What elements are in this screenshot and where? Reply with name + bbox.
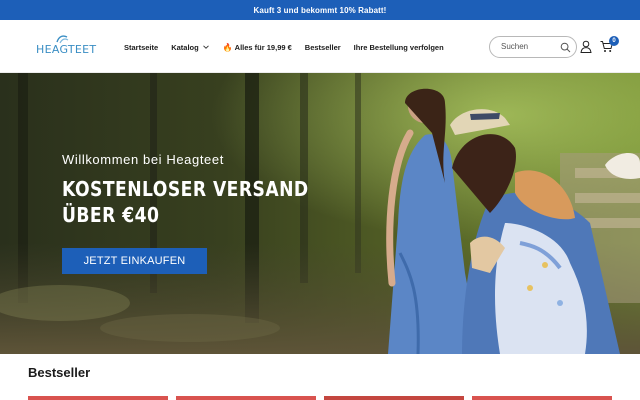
nav-item-bestseller[interactable]: Bestseller (305, 43, 341, 52)
main-nav: Startseite Katalog 🔥 Alles für 19,99 € B… (124, 40, 457, 54)
product-card-edge[interactable] (324, 396, 464, 400)
hero-title-line: KOSTENLOSER VERSAND (62, 177, 309, 201)
logo[interactable]: HEAGTEET (36, 34, 98, 60)
shop-now-button[interactable]: JETZT EINKAUFEN (62, 248, 207, 274)
chevron-down-icon (202, 45, 209, 49)
nav-item-label: Ihre Bestellung verfolgen (353, 42, 444, 52)
nav-item-startseite[interactable]: Startseite (124, 43, 158, 52)
product-card-edge[interactable] (472, 396, 612, 400)
nav-item-label: Startseite (124, 42, 159, 52)
hero-banner: Willkommen bei Heagteet KOSTENLOSER VERS… (0, 73, 640, 354)
hero-title-line: ÜBER €40 (62, 203, 160, 227)
nav-item-label: Bestseller (304, 42, 341, 52)
announcement-text: Kauft 3 und bekommt 10% Rabatt! (253, 5, 387, 15)
section-title-bestseller: Bestseller (28, 365, 91, 380)
hero-subtitle: Willkommen bei Heagteet (62, 152, 224, 167)
announcement-bar: Kauft 3 und bekommt 10% Rabatt! (0, 0, 640, 20)
nav-item-label: Katalog (171, 42, 199, 52)
account-icon[interactable] (580, 40, 592, 53)
site-header: HEAGTEET Startseite Katalog 🔥 Alles für … (0, 20, 640, 73)
cart-count-badge: 0 (609, 36, 619, 46)
nav-item-label: Alles für 19,99 € (234, 42, 292, 52)
product-card-edge[interactable] (28, 396, 168, 400)
hero-title: KOSTENLOSER VERSAND ÜBER €40 (62, 176, 309, 228)
search-box[interactable] (489, 36, 577, 58)
search-input[interactable] (501, 42, 557, 51)
nav-item-bestellung-verfolgen[interactable]: Ihre Bestellung verfolgen (354, 43, 444, 52)
logo-text: HEAGTEET (36, 43, 97, 56)
nav-item-alles-fuer-1999[interactable]: 🔥 Alles für 19,99 € (223, 43, 292, 52)
search-icon[interactable] (560, 42, 571, 53)
nav-item-katalog[interactable]: Katalog (171, 43, 210, 52)
fire-icon: 🔥 (222, 42, 233, 52)
product-card-edge[interactable] (176, 396, 316, 400)
